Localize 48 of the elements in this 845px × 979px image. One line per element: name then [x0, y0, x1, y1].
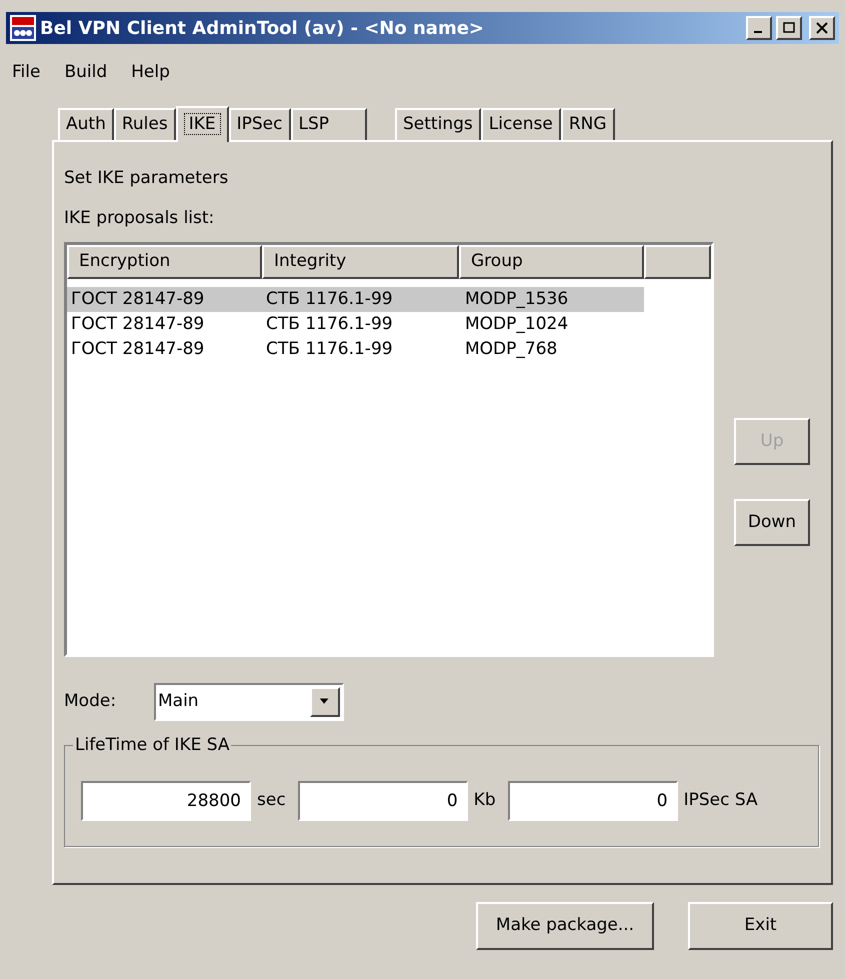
unit-label: IPSec SA [684, 789, 758, 812]
dialog-button[interactable]: Make package... [476, 902, 654, 950]
close-icon [815, 22, 829, 34]
table-cell-text: MODP_1024 [464, 312, 570, 336]
table-cell-text: СТБ 1176.1-99 [265, 312, 394, 336]
tab[interactable]: RNG [560, 108, 615, 140]
list-row[interactable]: ГОСТ 28147-89 СТБ 1176.1-99 MODP_1536 [67, 287, 644, 312]
column-header[interactable]: Encryption [67, 245, 262, 279]
mode-label: Mode: [64, 690, 118, 714]
panel-heading: Set IKE parameters [64, 167, 230, 190]
maximize-button[interactable] [776, 16, 802, 40]
minimize-button[interactable] [746, 16, 772, 40]
tab[interactable]: Auth [58, 108, 114, 140]
unit-label: sec [257, 789, 286, 812]
table-cell-text: СТБ 1176.1-99 [265, 288, 394, 311]
lifetime-field[interactable]: 0 [298, 781, 468, 821]
window-title: Bel VPN Client AdminTool (av) - <No name> [40, 16, 484, 40]
tab[interactable]: LSP [290, 108, 368, 140]
menu-item[interactable]: Help [127, 60, 174, 86]
menu-item[interactable]: File [8, 60, 44, 86]
table-cell-text: MODP_768 [464, 338, 558, 361]
list-row[interactable]: ГОСТ 28147-89 СТБ 1176.1-99 MODP_768 [67, 337, 644, 362]
close-button[interactable] [809, 16, 835, 40]
lifetime-field[interactable]: 28800 [81, 781, 251, 821]
table-cell-text: MODP_1536 [464, 288, 570, 311]
lifetime-field[interactable]: 0 [508, 781, 678, 821]
tab[interactable]: IPSec [228, 108, 290, 140]
dialog-button[interactable]: Exit [688, 902, 833, 950]
column-header[interactable]: Group [459, 245, 644, 279]
app-icon [10, 15, 36, 41]
table-cell-text: ГОСТ 28147-89 [70, 312, 206, 336]
mode-dropdown[interactable]: Main [154, 683, 344, 721]
tab[interactable]: Settings [395, 108, 481, 140]
maximize-icon [782, 22, 796, 34]
tab[interactable]: License [480, 108, 561, 140]
list-label: IKE proposals list: [64, 207, 216, 230]
column-header[interactable]: Integrity [262, 245, 459, 279]
unit-label: Kb [474, 789, 496, 812]
minimize-icon [754, 31, 762, 33]
column-header-filler [644, 245, 711, 279]
list-row[interactable]: ГОСТ 28147-89 СТБ 1176.1-99 MODP_1024 [67, 312, 644, 337]
tab[interactable]: Rules [114, 108, 176, 140]
table-cell-text: ГОСТ 28147-89 [70, 338, 206, 361]
menu-item[interactable]: Build [60, 60, 112, 86]
tab[interactable]: IKE [176, 106, 229, 142]
table-cell-text: СТБ 1176.1-99 [265, 338, 394, 361]
table-cell-text: ГОСТ 28147-89 [70, 288, 206, 311]
side-button[interactable]: Down [734, 499, 810, 546]
